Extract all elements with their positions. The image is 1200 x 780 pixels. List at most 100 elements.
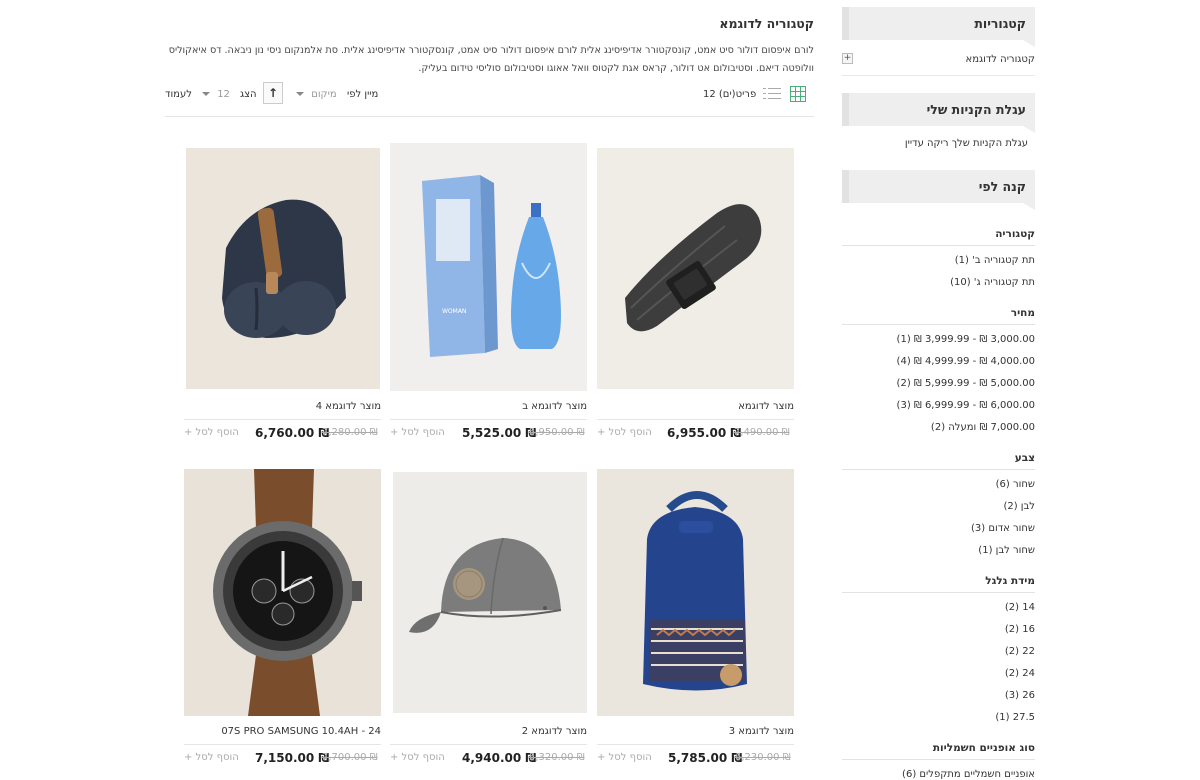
product-old-price: 7,280.00 ₪ <box>322 427 378 438</box>
chevron-down-icon <box>296 92 304 96</box>
categories-block-title: קטגוריות <box>842 7 1035 47</box>
add-to-cart-button[interactable]: הוסף לסל + <box>184 427 239 438</box>
product-name[interactable]: 07S PRO SAMSUNG 10.4AH - 24 <box>221 726 381 737</box>
item-count: 12 פריט(ים) <box>703 89 757 100</box>
category-item[interactable]: קטגוריה לדוגמא + <box>842 40 1035 76</box>
filter-color: צבע שחור (6) לבן (2) שחור אדום (3) שחור … <box>842 439 1035 562</box>
product-image-cap[interactable] <box>393 472 587 713</box>
divider <box>597 419 794 420</box>
product-name[interactable]: מוצר לדוגמא 4 <box>316 401 381 412</box>
divider <box>165 116 814 117</box>
price-row: 7,150.00 ₪ 7,700.00 ₪ הוסף לסל + <box>184 751 381 765</box>
filter-heading: צבע <box>842 439 1035 470</box>
product-old-price: 7,700.00 ₪ <box>322 752 378 763</box>
filter-heading: סוג אופניים חשמליות <box>842 729 1035 760</box>
product-price: 4,940.00 ₪ <box>462 751 537 765</box>
price-row: 5,525.00 ₪ 5,950.00 ₪ הוסף לסל + <box>390 426 587 440</box>
product-price: 6,955.00 ₪ <box>667 426 742 440</box>
per-page-suffix: לעמוד <box>165 89 192 100</box>
filter-option[interactable]: שחור לבן (1) <box>842 540 1035 562</box>
filter-option[interactable]: 26 (3) <box>842 685 1035 707</box>
sidebar: קטגוריות קטגוריה לדוגמא + עגלת הקניות של… <box>842 7 1035 780</box>
add-to-cart-button[interactable]: הוסף לסל + <box>184 752 239 763</box>
cart-title: עגלת הקניות שלי <box>926 102 1026 117</box>
product-old-price: 6,230.00 ₪ <box>735 752 791 763</box>
sort-direction-arrow-icon[interactable]: ↑ <box>263 82 283 104</box>
filter-heading: מידת גלגל <box>842 562 1035 593</box>
filter-option[interactable]: 16 (2) <box>842 619 1035 641</box>
list-view-icon[interactable] <box>763 86 781 102</box>
filter-option[interactable]: אופניים חשמליים מתקפלים (6) <box>842 764 1035 780</box>
per-page-select[interactable]: 12 <box>202 89 230 100</box>
filter-heading: קטגוריה <box>842 215 1035 246</box>
categories-title: קטגוריות <box>974 16 1026 31</box>
filter-category: קטגוריה תת קטגוריה ב' (1) תת קטגוריה ג' … <box>842 215 1035 294</box>
add-to-cart-button[interactable]: הוסף לסל + <box>390 752 445 763</box>
product-name[interactable]: מוצר לדוגמא 2 <box>522 726 587 737</box>
shop-by-block-title: קנה לפי <box>842 170 1035 210</box>
sort-by-label: מיין לפי <box>347 89 379 100</box>
filter-option[interactable]: שחור אדום (3) <box>842 518 1035 540</box>
product-price: 5,785.00 ₪ <box>668 751 743 765</box>
toolbar: 12 פריט(ים) מיין לפי מיקום ↑ הצג 12 לעמו… <box>165 82 814 106</box>
sort-select[interactable]: מיקום <box>296 89 337 100</box>
product-image-backpack[interactable] <box>597 469 794 716</box>
product-image-perfume[interactable]: WOMAN <box>390 143 587 391</box>
filter-wheel-size: מידת גלגל 14 (2) 16 (2) 22 (2) 24 (2) 26… <box>842 562 1035 729</box>
divider <box>184 744 381 745</box>
add-to-cart-button[interactable]: הוסף לסל + <box>597 752 652 763</box>
description-line: לורם איפסום דולור סיט אמט, קונסקטורר אדי… <box>168 45 814 56</box>
product-image-belt[interactable] <box>597 148 794 389</box>
page-title: קטגוריה לדוגמא <box>719 16 814 31</box>
price-row: 4,940.00 ₪ 5,320.00 ₪ הוסף לסל + <box>390 751 587 765</box>
filter-heading: מחיר <box>842 294 1035 325</box>
divider <box>184 419 381 420</box>
add-to-cart-button[interactable]: הוסף לסל + <box>390 427 445 438</box>
filter-option[interactable]: 4,000.00 ₪ - 4,999.99 ₪ (4) <box>842 351 1035 373</box>
product-name[interactable]: מוצר לדוגמא 3 <box>729 726 794 737</box>
perfume-box-label: WOMAN <box>442 308 466 315</box>
price-row: 6,760.00 ₪ 7,280.00 ₪ הוסף לסל + <box>184 426 381 440</box>
filter-option[interactable]: 3,000.00 ₪ - 3,999.99 ₪ (1) <box>842 329 1035 351</box>
product-price: 5,525.00 ₪ <box>462 426 537 440</box>
price-row: 5,785.00 ₪ 6,230.00 ₪ הוסף לסל + <box>597 751 794 765</box>
product-name[interactable]: מוצר לדוגמא ב <box>522 401 587 412</box>
category-description: לורם איפסום דולור סיט אמט, קונסקטורר אדי… <box>165 42 814 78</box>
filter-price: מחיר 3,000.00 ₪ - 3,999.99 ₪ (1) 4,000.0… <box>842 294 1035 439</box>
filter-option[interactable]: 5,000.00 ₪ - 5,999.99 ₪ (2) <box>842 373 1035 395</box>
divider <box>390 744 587 745</box>
filter-option[interactable]: 27.5 (1) <box>842 707 1035 729</box>
product-image-watch[interactable] <box>184 469 381 716</box>
filter-option[interactable]: תת קטגוריה ג' (10) <box>842 272 1035 294</box>
description-line: וולופטה דיאם. וסטיבולום אט דולור, קראס א… <box>418 63 814 74</box>
cart-empty-message: עגלת הקניות שלך ריקה עדיין <box>904 138 1028 149</box>
filter-ebike-type: סוג אופניים חשמליות אופניים חשמליים מתקפ… <box>842 729 1035 780</box>
divider <box>597 744 794 745</box>
grid-view-icon[interactable] <box>790 86 806 102</box>
divider <box>390 419 587 420</box>
product-old-price: 5,320.00 ₪ <box>529 752 585 763</box>
product-old-price: 5,950.00 ₪ <box>529 427 585 438</box>
filter-option[interactable]: 14 (2) <box>842 597 1035 619</box>
per-page-value: 12 <box>217 89 230 100</box>
add-to-cart-button[interactable]: הוסף לסל + <box>597 427 652 438</box>
price-row: 6,955.00 ₪ 7,490.00 ₪ הוסף לסל + <box>597 426 794 440</box>
filter-option[interactable]: 6,000.00 ₪ - 6,999.99 ₪ (3) <box>842 395 1035 417</box>
product-price: 6,760.00 ₪ <box>255 426 330 440</box>
category-item-label[interactable]: קטגוריה לדוגמא <box>966 54 1035 65</box>
shop-by-title: קנה לפי <box>978 179 1026 194</box>
filter-option[interactable]: 22 (2) <box>842 641 1035 663</box>
filter-option[interactable]: תת קטגוריה ב' (1) <box>842 250 1035 272</box>
show-label: הצג <box>240 89 257 100</box>
product-old-price: 7,490.00 ₪ <box>734 427 790 438</box>
filter-option[interactable]: שחור (6) <box>842 474 1035 496</box>
filter-option[interactable]: לבן (2) <box>842 496 1035 518</box>
filter-option[interactable]: 7,000.00 ₪ ומעלה (2) <box>842 417 1035 439</box>
sort-select-value: מיקום <box>311 89 337 100</box>
filter-option[interactable]: 24 (2) <box>842 663 1035 685</box>
chevron-down-icon <box>202 92 210 96</box>
product-name[interactable]: מוצר לדוגמא <box>738 401 794 412</box>
cart-block-title: עגלת הקניות שלי <box>842 93 1035 133</box>
product-image-toiletry-roll[interactable] <box>186 148 380 389</box>
expand-plus-icon[interactable]: + <box>842 53 853 64</box>
